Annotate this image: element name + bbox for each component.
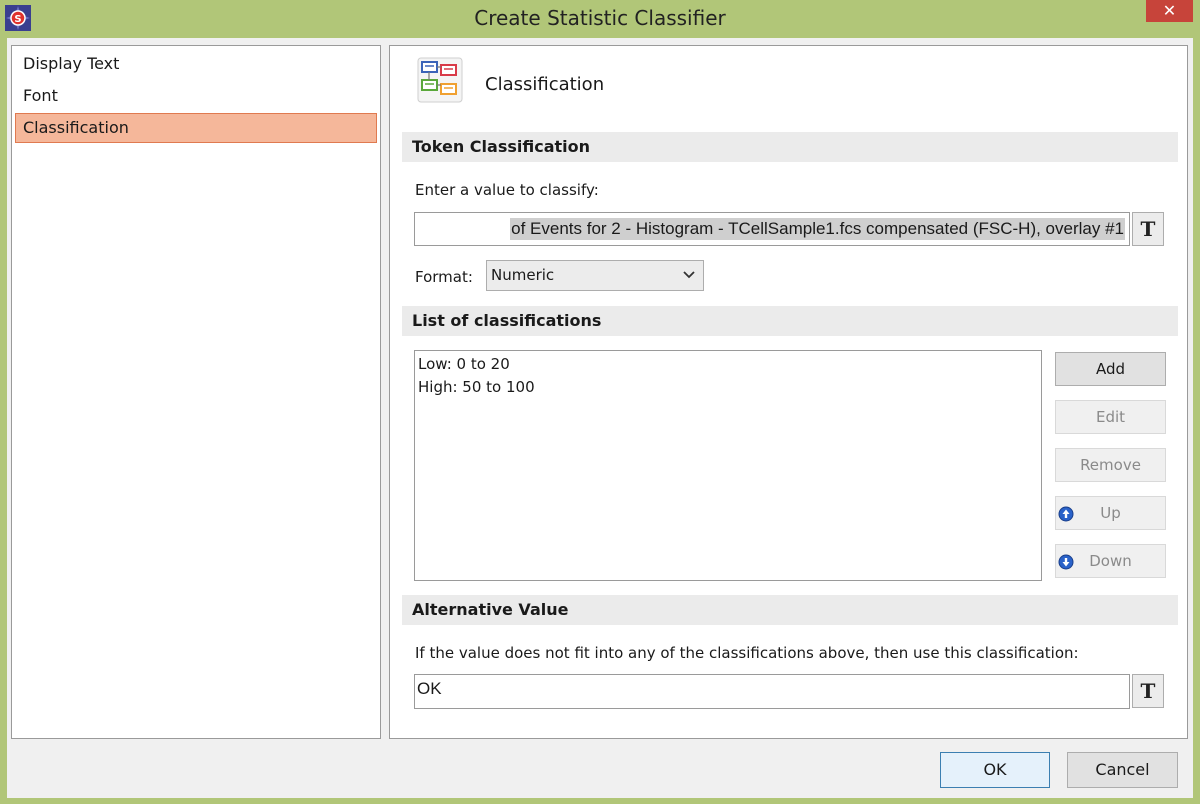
alternative-token-button[interactable]: T (1132, 674, 1164, 708)
title-bar: S Create Statistic Classifier ✕ (0, 0, 1200, 38)
alternative-value-heading: Alternative Value (402, 595, 1178, 625)
token-classification-heading: Token Classification (402, 132, 1178, 162)
close-icon: ✕ (1162, 1, 1177, 20)
close-button[interactable]: ✕ (1146, 0, 1193, 22)
alternative-prompt-label: If the value does not fit into any of th… (415, 644, 1079, 662)
dialog-body: Display Text Font Classification Classif… (7, 38, 1193, 798)
classification-tree-icon (417, 57, 463, 103)
move-up-button[interactable]: Up (1055, 496, 1166, 530)
category-list: Display Text Font Classification (11, 45, 381, 739)
token-value-field[interactable]: of Events for 2 - Histogram - TCellSampl… (414, 212, 1130, 246)
classification-list-heading: List of classifications (402, 306, 1178, 336)
classification-list[interactable]: Low: 0 to 20 High: 50 to 100 (414, 350, 1042, 581)
list-item[interactable]: High: 50 to 100 (418, 377, 535, 397)
ok-button[interactable]: OK (940, 752, 1050, 788)
nav-item-classification[interactable]: Classification (15, 113, 377, 143)
window-title: Create Statistic Classifier (474, 6, 726, 30)
remove-button[interactable]: Remove (1055, 448, 1166, 482)
arrow-down-icon (1058, 554, 1074, 570)
alternative-value-field[interactable]: OK (414, 674, 1130, 709)
insert-token-button[interactable]: T (1132, 212, 1164, 246)
nav-item-display-text[interactable]: Display Text (15, 49, 377, 79)
edit-button[interactable]: Edit (1055, 400, 1166, 434)
format-select[interactable]: Numeric (486, 260, 704, 291)
value-prompt-label: Enter a value to classify: (415, 181, 599, 199)
panel-title: Classification (485, 74, 605, 95)
cancel-button[interactable]: Cancel (1067, 752, 1178, 788)
format-label: Format: (415, 268, 473, 286)
classification-panel: Classification Token Classification Ente… (389, 45, 1188, 739)
add-button[interactable]: Add (1055, 352, 1166, 386)
nav-item-font[interactable]: Font (15, 81, 377, 111)
chevron-down-icon (683, 271, 695, 279)
move-up-label: Up (1100, 504, 1121, 522)
list-item[interactable]: Low: 0 to 20 (418, 354, 510, 374)
token-value-text: of Events for 2 - Histogram - TCellSampl… (510, 218, 1125, 240)
arrow-up-icon (1058, 506, 1074, 522)
format-selected-value: Numeric (491, 266, 555, 284)
move-down-button[interactable]: Down (1055, 544, 1166, 578)
move-down-label: Down (1089, 552, 1132, 570)
